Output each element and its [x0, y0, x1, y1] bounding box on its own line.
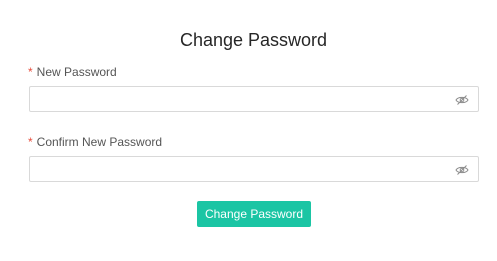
- eye-slash-icon[interactable]: [455, 93, 469, 105]
- new-password-label: * New Password: [28, 64, 117, 80]
- required-mark: *: [28, 65, 33, 79]
- page-title: Change Password: [179, 30, 328, 50]
- confirm-password-field[interactable]: [29, 156, 479, 182]
- confirm-password-label-text: Confirm New Password: [36, 135, 163, 149]
- confirm-password-label: * Confirm New Password: [28, 134, 162, 150]
- new-password-input[interactable]: [30, 87, 456, 111]
- confirm-password-input[interactable]: [30, 157, 456, 181]
- eye-slash-icon[interactable]: [455, 163, 469, 175]
- change-password-button[interactable]: Change Password: [197, 201, 311, 227]
- new-password-label-text: New Password: [36, 65, 117, 79]
- required-mark: *: [28, 135, 33, 149]
- new-password-field[interactable]: [29, 86, 479, 112]
